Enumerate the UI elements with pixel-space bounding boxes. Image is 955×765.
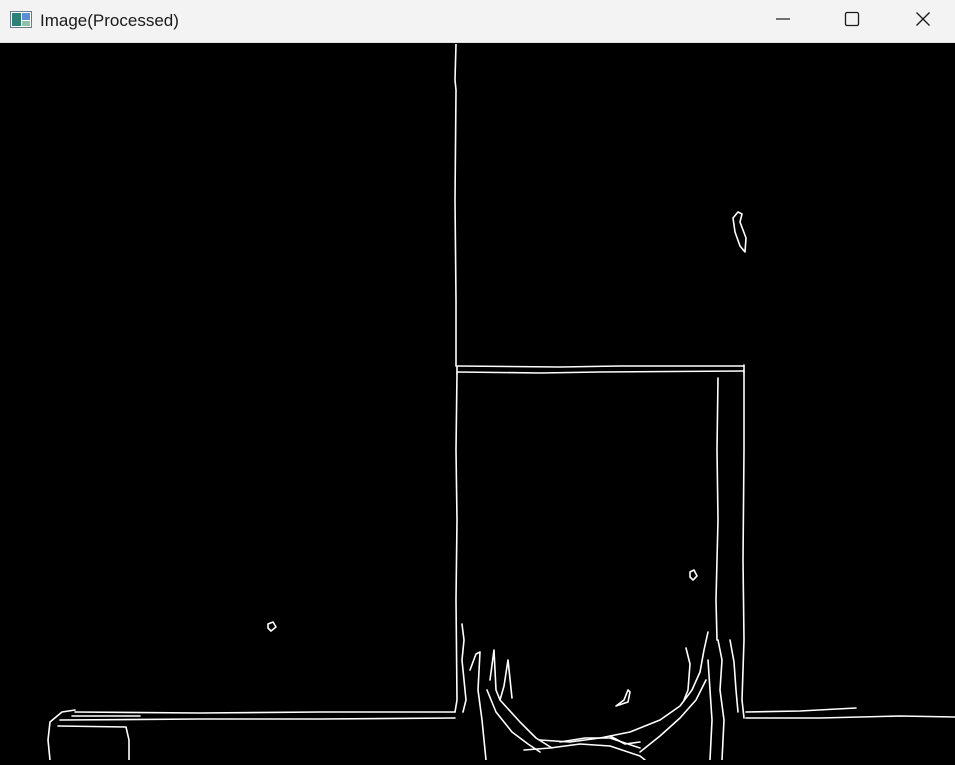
edge-blob-small-2 (267, 621, 277, 632)
edge-splash-right-3 (683, 647, 691, 701)
image-canvas (0, 43, 955, 761)
title-bar[interactable]: Image(Processed) (0, 0, 955, 43)
minimize-icon (775, 11, 791, 32)
edge-container-left-wall (454, 372, 458, 713)
edge-upper-left-wall (454, 43, 457, 367)
edge-splash-left-1 (461, 623, 467, 713)
edge-splash-right-5 (729, 639, 739, 713)
close-button[interactable] (900, 0, 946, 42)
edge-floor-right (745, 707, 857, 713)
edge-lid-bottom (457, 370, 745, 374)
edge-splash-left-3 (489, 649, 513, 701)
edge-splash-left-4 (486, 689, 541, 753)
image-window-icon (10, 11, 32, 28)
edge-floor-left-3 (59, 717, 456, 721)
edge-container-right-inner (715, 377, 719, 641)
image-window: Image(Processed) (0, 0, 955, 761)
edge-container-right-outer (741, 371, 745, 719)
edge-splash-center-2 (523, 743, 646, 761)
edge-splash-right-6 (707, 659, 713, 761)
minimize-button[interactable] (760, 0, 806, 42)
edge-splash-right-1 (659, 631, 709, 721)
edge-splash-left-2 (469, 651, 487, 761)
edge-splash-drop (615, 689, 631, 707)
window-title: Image(Processed) (40, 11, 179, 30)
edge-splash-right-2 (639, 679, 707, 753)
edge-blob-small-1 (689, 569, 698, 581)
edge-left-object-2 (57, 725, 130, 761)
maximize-button[interactable] (829, 0, 875, 42)
close-icon (915, 11, 931, 32)
edge-floor-right-2 (745, 715, 955, 719)
edge-blob-upper (732, 211, 747, 253)
edge-image (47, 43, 955, 761)
edge-floor-left (74, 711, 456, 714)
maximize-icon (844, 11, 860, 32)
edge-left-object (47, 709, 76, 761)
edge-lid-top (457, 365, 745, 368)
edge-splash-right-4 (717, 639, 725, 761)
